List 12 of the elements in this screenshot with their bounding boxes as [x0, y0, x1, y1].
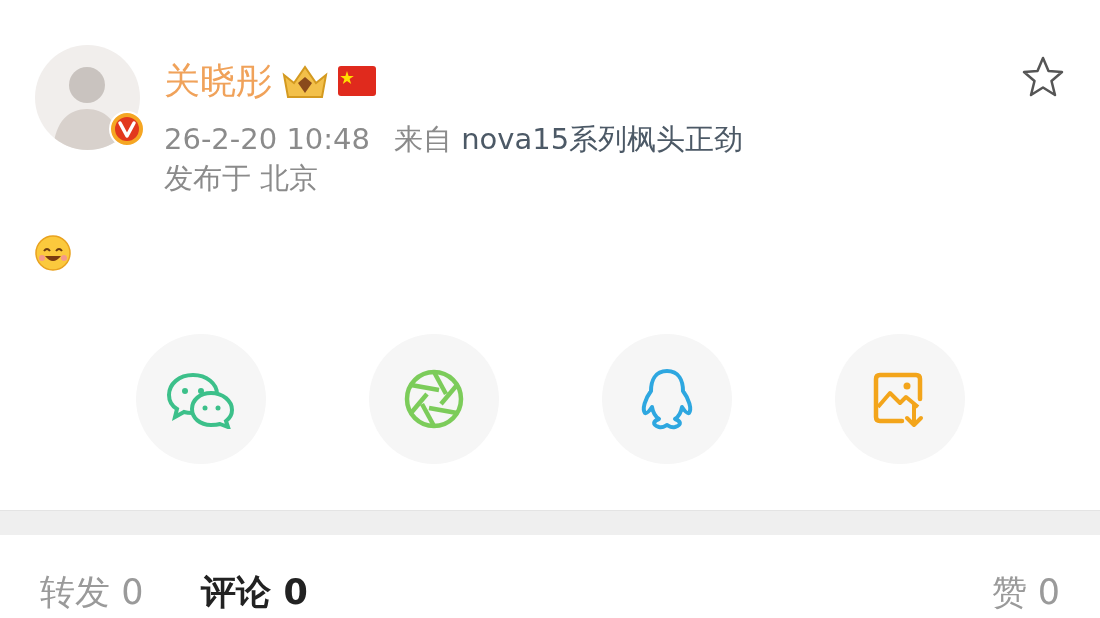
post-time: 26-2-20 10:48: [164, 122, 370, 156]
tab[interactable]: 赞 0: [991, 573, 1060, 612]
favorite-star-icon[interactable]: [1021, 55, 1065, 99]
aperture-icon: [402, 367, 465, 430]
tab[interactable]: 转发 0: [40, 573, 144, 612]
flag-icon: [338, 65, 376, 96]
device-source[interactable]: nova15系列枫头正劲: [461, 122, 744, 156]
username[interactable]: 关晓彤: [164, 60, 272, 101]
smiley-emoji-icon: [34, 233, 72, 272]
source-label: 来自: [394, 122, 452, 156]
tab[interactable]: 评论 0: [201, 573, 308, 612]
post-location: 发布于 北京: [164, 160, 319, 195]
